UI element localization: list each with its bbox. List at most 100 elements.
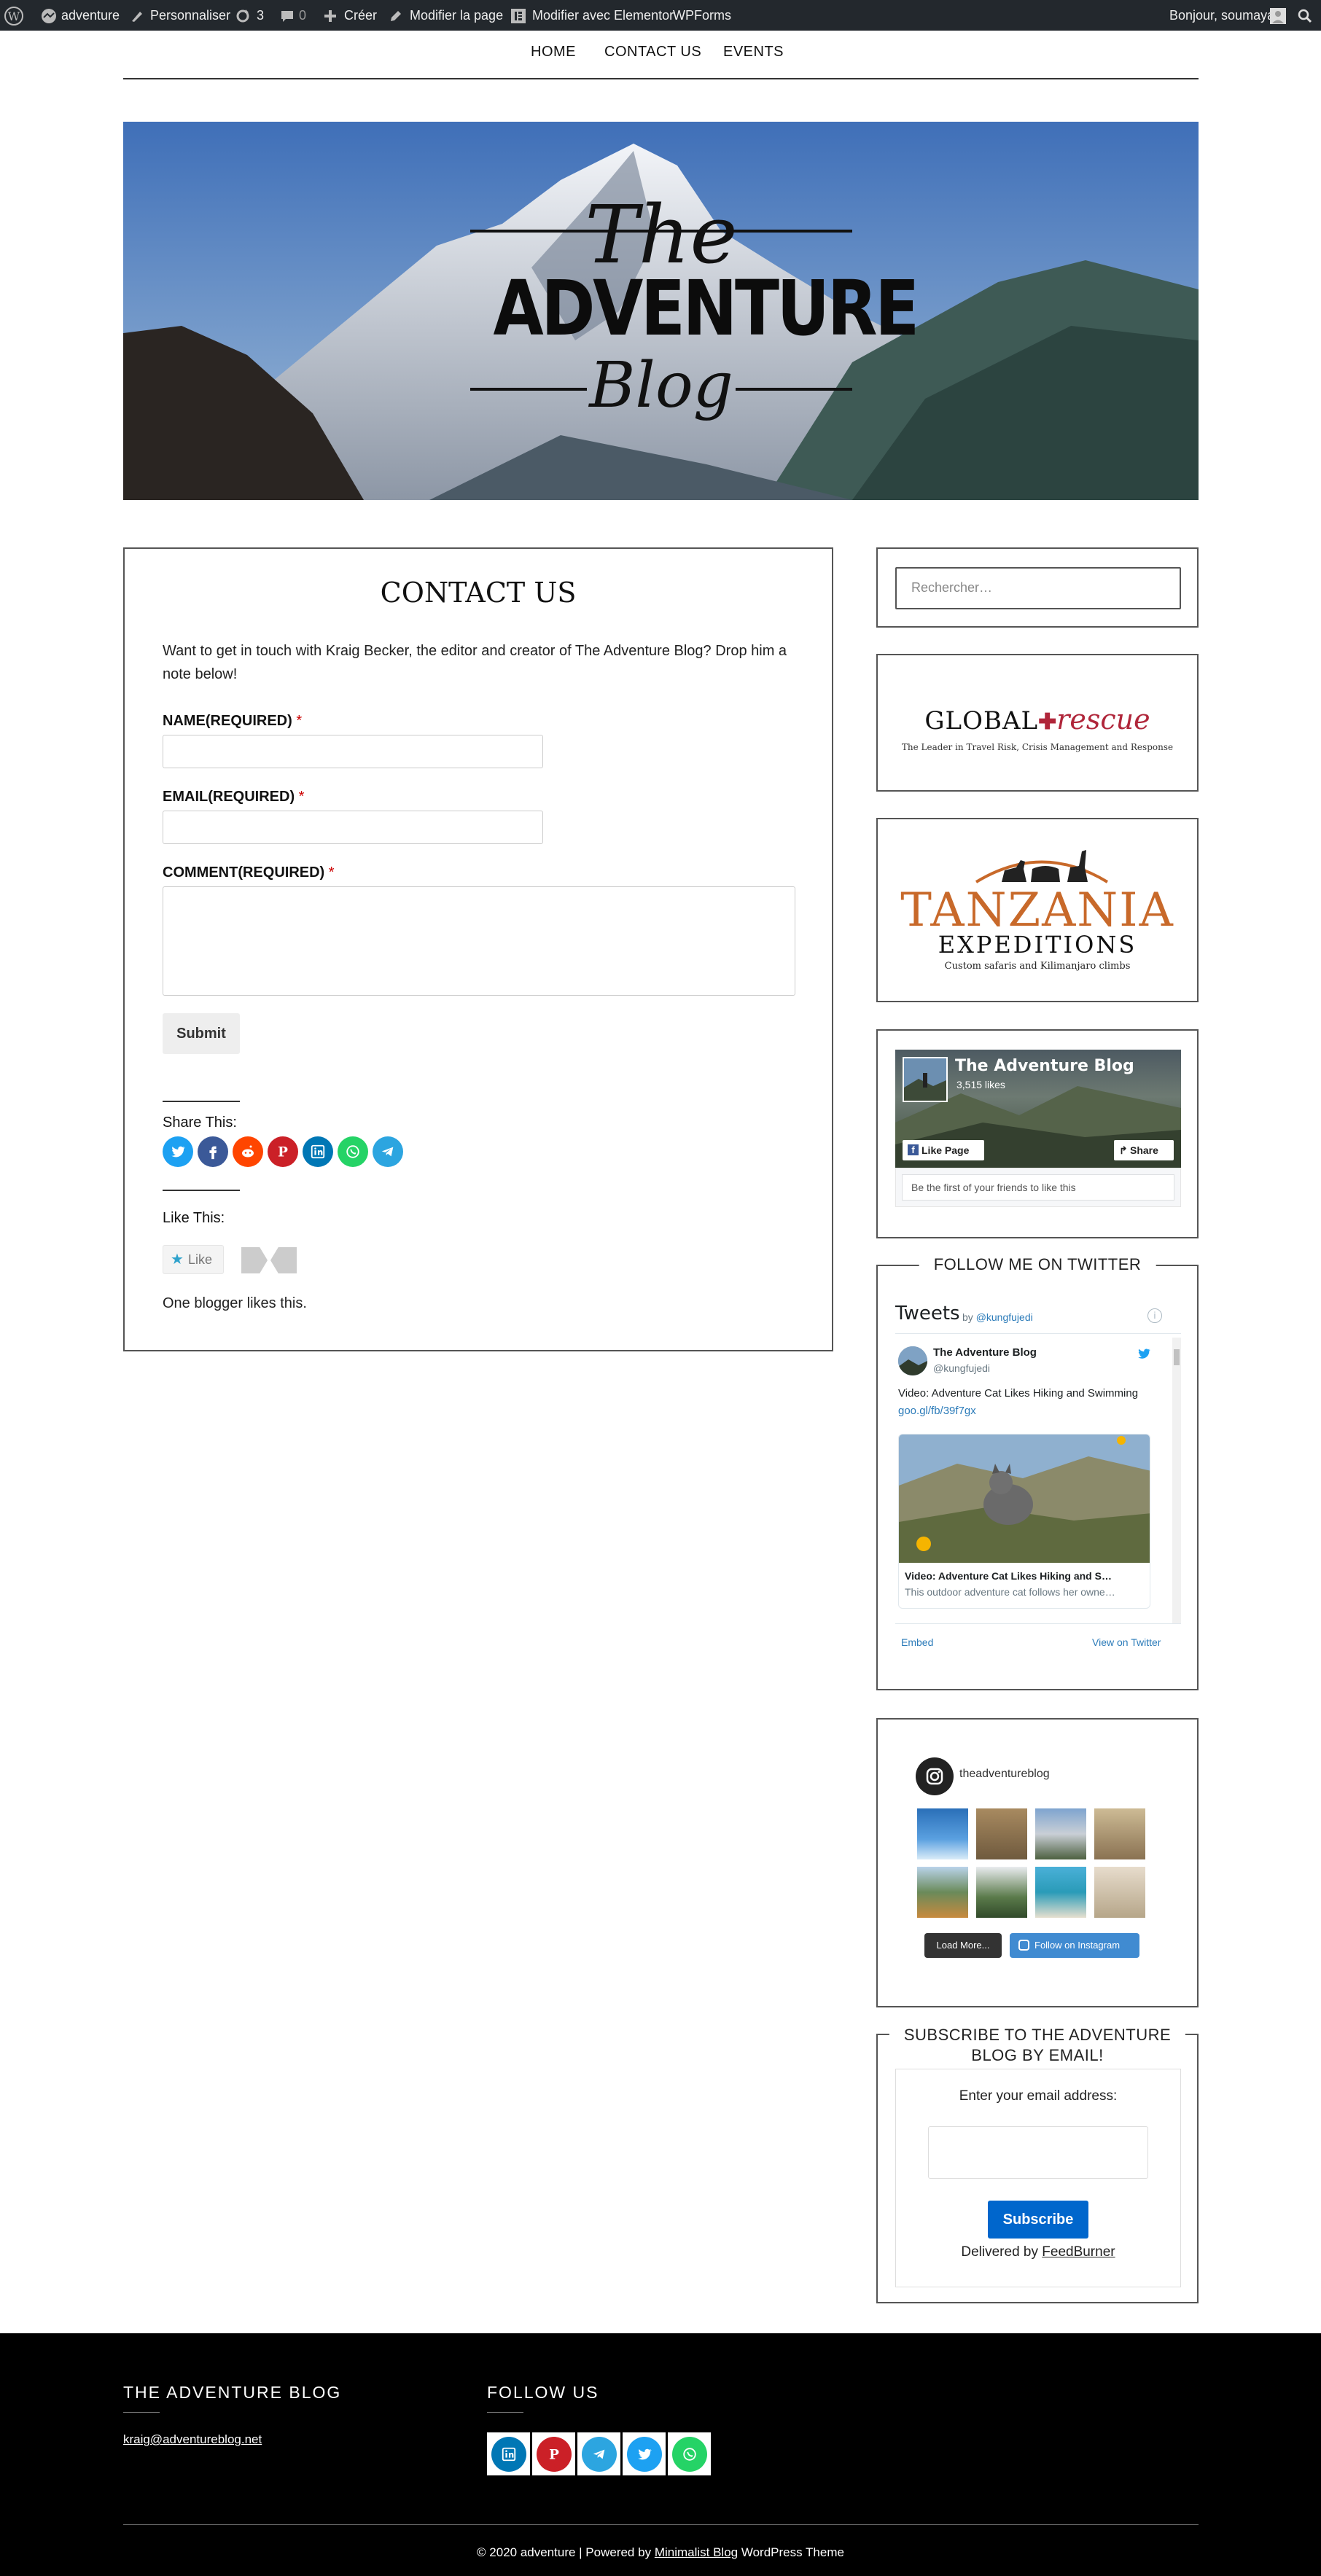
comment-label: COMMENT(REQUIRED) * bbox=[163, 864, 335, 881]
twitter-bird-icon[interactable] bbox=[1136, 1346, 1152, 1365]
tweet-link[interactable]: goo.gl/fb/39f7gx bbox=[898, 1405, 976, 1417]
search-icon[interactable] bbox=[1298, 0, 1312, 31]
twitter-handle-link[interactable]: @kungfujedi bbox=[976, 1311, 1033, 1323]
twitter-scrollbar[interactable] bbox=[1172, 1338, 1181, 1623]
facebook-like-page-button[interactable]: f Like Page bbox=[903, 1140, 984, 1160]
instagram-photo[interactable] bbox=[1094, 1867, 1145, 1918]
instagram-icon[interactable] bbox=[916, 1757, 954, 1795]
instagram-photo[interactable] bbox=[1094, 1808, 1145, 1859]
site-footer: THE ADVENTURE BLOG kraig@adventureblog.n… bbox=[0, 2333, 1321, 2576]
theme-link[interactable]: Minimalist Blog bbox=[655, 2545, 738, 2559]
liker-avatar[interactable] bbox=[270, 1247, 297, 1273]
global-rescue-widget[interactable]: GLOBAL✚rescue The Leader in Travel Risk,… bbox=[876, 654, 1199, 792]
nav-events[interactable]: EVENTS bbox=[723, 44, 784, 61]
facebook-cover[interactable]: The Adventure Blog 3,515 likes f Like Pag… bbox=[895, 1050, 1181, 1168]
divider bbox=[487, 2412, 523, 2413]
header-banner[interactable]: The ADVENTURE Blog bbox=[123, 122, 1199, 500]
footer-blog-title: THE ADVENTURE BLOG bbox=[123, 2383, 342, 2402]
comments-icon bbox=[280, 0, 295, 31]
liker-avatar[interactable] bbox=[241, 1247, 268, 1273]
likes-text: One blogger likes this. bbox=[163, 1295, 307, 1311]
avatar[interactable] bbox=[1270, 0, 1286, 31]
tweet-author[interactable]: The Adventure Blog bbox=[933, 1346, 1037, 1359]
twitter-embed-link[interactable]: Embed bbox=[901, 1636, 933, 1648]
footer-pinterest-icon[interactable]: P bbox=[532, 2432, 575, 2475]
subscribe-widget: SUBSCRIBE TO THE ADVENTURE BLOG BY EMAIL!… bbox=[876, 2025, 1199, 2303]
create-link[interactable]: Créer bbox=[344, 0, 377, 31]
footer-copyright: © 2020 adventure | Powered by Minimalist… bbox=[477, 2545, 844, 2559]
search-input[interactable]: Rechercher… bbox=[895, 567, 1181, 609]
updates-count[interactable]: 3 bbox=[257, 0, 264, 31]
facebook-likes: 3,515 likes bbox=[956, 1079, 1005, 1090]
footer-social-icons: P bbox=[487, 2432, 711, 2475]
admin-bar: W adventure Personnaliser 3 0 Créer Modi… bbox=[0, 0, 1321, 31]
instagram-photo[interactable] bbox=[1035, 1808, 1086, 1859]
updates-icon bbox=[235, 0, 251, 31]
subscribe-button[interactable]: Subscribe bbox=[988, 2201, 1088, 2239]
page-title: CONTACT US bbox=[380, 577, 577, 609]
tweet-author-handle[interactable]: @kungfujedi bbox=[933, 1362, 990, 1374]
facebook-share-button[interactable]: ↱ Share bbox=[1114, 1140, 1174, 1160]
greeting[interactable]: Bonjour, soumaya bbox=[1169, 0, 1274, 31]
facebook-widget: The Adventure Blog 3,515 likes f Like Pag… bbox=[876, 1029, 1199, 1238]
subscribe-email-input[interactable] bbox=[928, 2126, 1148, 2179]
facebook-page-avatar[interactable] bbox=[903, 1057, 948, 1102]
feedburner-form: Enter your email address: Subscribe Deli… bbox=[895, 2069, 1181, 2287]
feedburner-link[interactable]: FeedBurner bbox=[1042, 2244, 1115, 2260]
nav-home[interactable]: HOME bbox=[531, 44, 576, 61]
facebook-friends-box: Be the first of your friends to like thi… bbox=[895, 1168, 1181, 1207]
tweet[interactable]: The Adventure Blog @kungfujedi Video: Ad… bbox=[895, 1338, 1172, 1623]
share-title: Share This: bbox=[163, 1115, 237, 1131]
share-linkedin-icon[interactable] bbox=[303, 1136, 333, 1167]
instagram-photo[interactable] bbox=[917, 1867, 968, 1918]
svg-text:W: W bbox=[8, 9, 20, 23]
comment-textarea[interactable] bbox=[163, 886, 795, 996]
instagram-photo[interactable] bbox=[976, 1867, 1027, 1918]
tweet-card-desc: This outdoor adventure cat follows her o… bbox=[905, 1586, 1115, 1598]
admin-site-link[interactable]: adventure bbox=[61, 0, 120, 31]
info-icon[interactable]: i bbox=[1147, 1308, 1162, 1323]
view-on-twitter-link[interactable]: View on Twitter bbox=[1092, 1636, 1161, 1648]
like-button[interactable]: ★ Like bbox=[163, 1245, 224, 1274]
like-title: Like This: bbox=[163, 1210, 225, 1226]
star-icon: ★ bbox=[171, 1252, 184, 1268]
footer-linkedin-icon[interactable] bbox=[487, 2432, 530, 2475]
share-reddit-icon[interactable] bbox=[233, 1136, 263, 1167]
follow-instagram-button[interactable]: Follow on Instagram bbox=[1010, 1933, 1139, 1958]
hero-title-adventure: ADVENTURE bbox=[493, 264, 920, 353]
share-pinterest-icon[interactable]: P bbox=[268, 1136, 298, 1167]
instagram-small-icon bbox=[1018, 1940, 1029, 1951]
tanzania-widget[interactable]: TANZANIA EXPEDITIONS Custom safaris and … bbox=[876, 818, 1199, 1002]
email-field[interactable] bbox=[163, 811, 543, 844]
footer-email-link[interactable]: kraig@adventureblog.net bbox=[123, 2432, 262, 2447]
instagram-photo[interactable] bbox=[917, 1808, 968, 1859]
facebook-page-name[interactable]: The Adventure Blog bbox=[955, 1057, 1134, 1075]
scrollbar-thumb[interactable] bbox=[1174, 1349, 1180, 1365]
name-field[interactable] bbox=[163, 735, 543, 768]
footer-whatsapp-icon[interactable] bbox=[668, 2432, 711, 2475]
share-telegram-icon[interactable] bbox=[373, 1136, 403, 1167]
instagram-photo[interactable] bbox=[1035, 1867, 1086, 1918]
share-facebook-icon[interactable] bbox=[198, 1136, 228, 1167]
wpforms-link[interactable]: WPForms bbox=[673, 0, 731, 31]
share-whatsapp-icon[interactable] bbox=[338, 1136, 368, 1167]
load-more-button[interactable]: Load More... bbox=[924, 1933, 1002, 1958]
nav-contact[interactable]: CONTACT US bbox=[604, 44, 701, 61]
tweet-card-image bbox=[899, 1435, 1150, 1563]
edit-page-link[interactable]: Modifier la page bbox=[410, 0, 503, 31]
submit-button[interactable]: Submit bbox=[163, 1013, 240, 1054]
divider bbox=[163, 1190, 240, 1191]
wordpress-logo-icon[interactable]: W bbox=[4, 0, 23, 31]
footer-twitter-icon[interactable] bbox=[623, 2432, 666, 2475]
instagram-username[interactable]: theadventureblog bbox=[959, 1768, 1050, 1781]
edit-elementor-link[interactable]: Modifier avec Elementor bbox=[532, 0, 674, 31]
tweets-by: by @kungfujedi bbox=[962, 1311, 1033, 1323]
share-buttons: P bbox=[163, 1136, 403, 1167]
share-twitter-icon[interactable] bbox=[163, 1136, 193, 1167]
instagram-photo[interactable] bbox=[976, 1808, 1027, 1859]
tweet-card[interactable]: Video: Adventure Cat Likes Hiking and S…… bbox=[898, 1434, 1150, 1609]
comments-count[interactable]: 0 bbox=[299, 0, 306, 31]
customize-link[interactable]: Personnaliser bbox=[150, 0, 230, 31]
tweet-avatar[interactable] bbox=[898, 1346, 927, 1375]
footer-telegram-icon[interactable] bbox=[577, 2432, 620, 2475]
